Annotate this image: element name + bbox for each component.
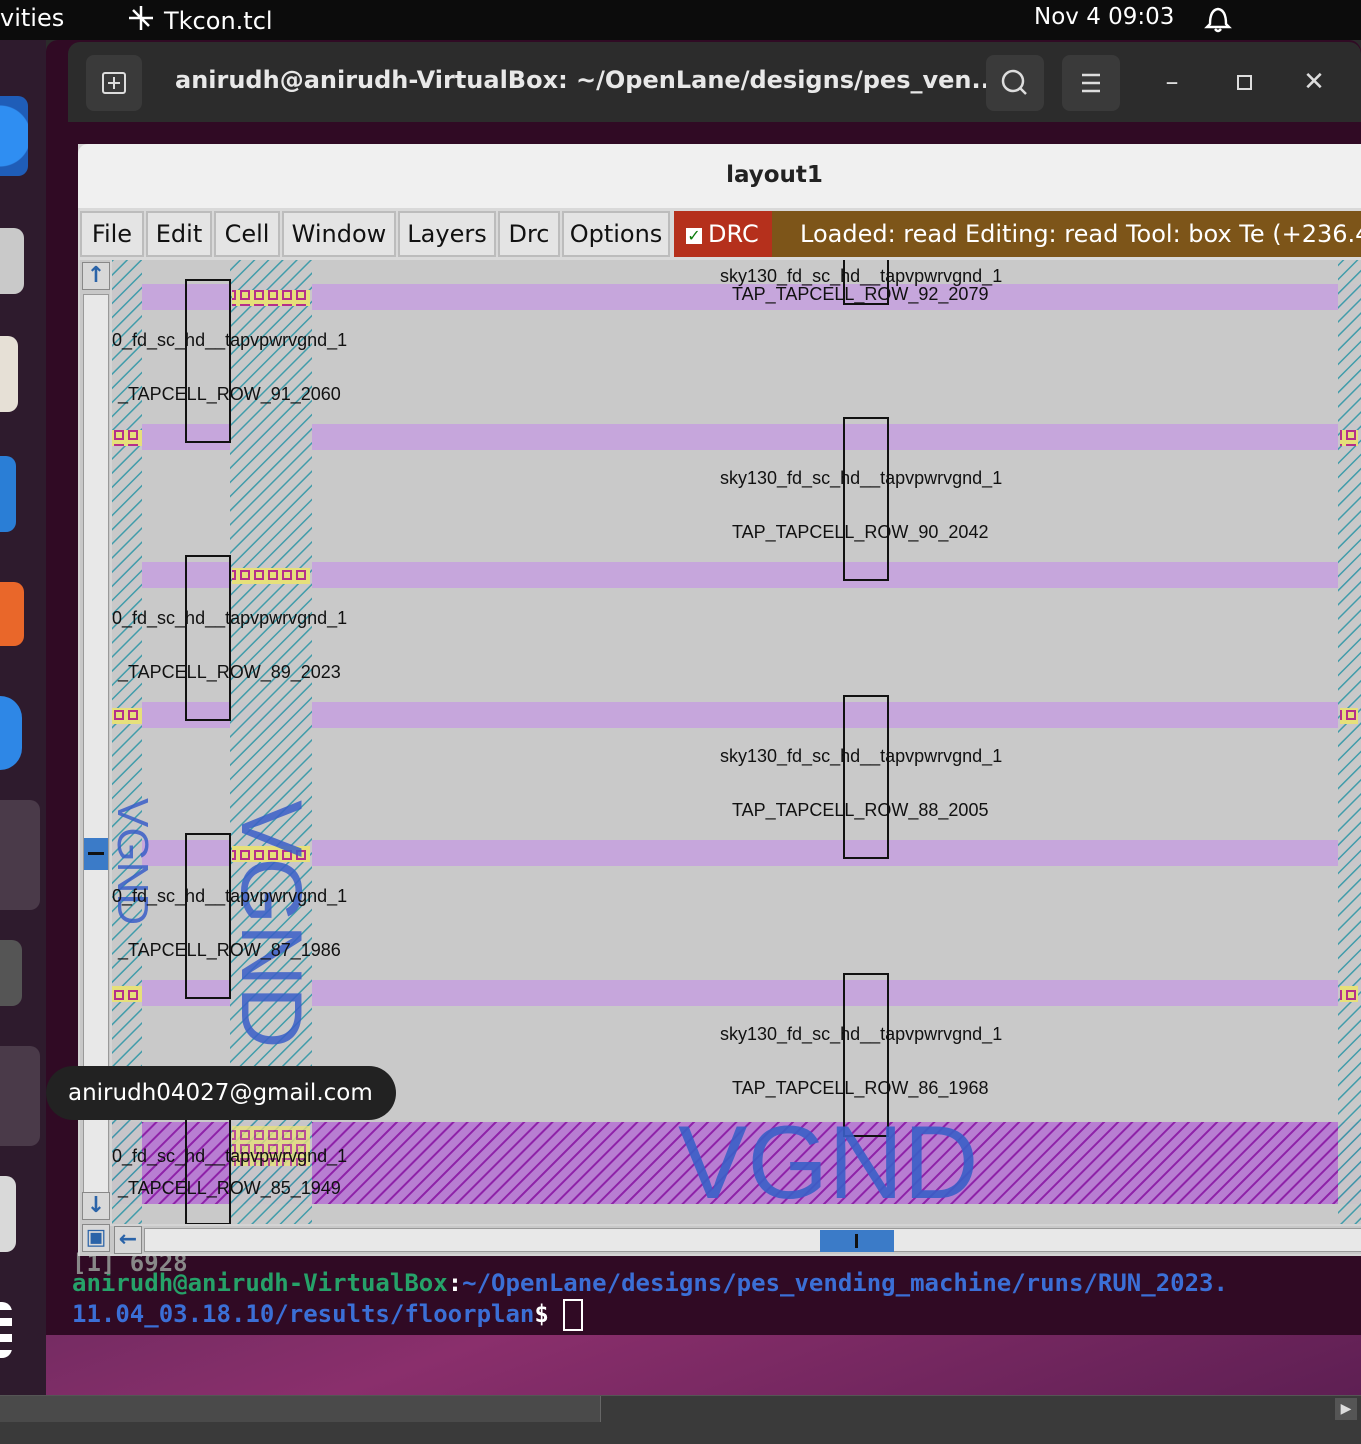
left-cell-instance: _TAPCELL_ROW_85_1949 xyxy=(117,1178,341,1199)
horizontal-scroll-thumb[interactable] xyxy=(820,1230,894,1252)
menu-edit[interactable]: Edit xyxy=(146,211,212,257)
scroll-left-icon[interactable]: ← xyxy=(114,1226,142,1254)
center-cell-instance: TAP_TAPCELL_ROW_86_1968 xyxy=(732,1078,988,1099)
center-cell-name: sky130_fd_sc_hd__tapvpwrvgnd_1 xyxy=(720,1024,1002,1045)
account-tooltip: anirudh04027@gmail.com xyxy=(46,1066,396,1120)
layout-titlebar[interactable]: layout1 xyxy=(78,144,1361,208)
center-cell-instance: TAP_TAPCELL_ROW_90_2042 xyxy=(732,522,988,543)
left-cell-name: 0_fd_sc_hd__tapvpwrvgnd_1 xyxy=(112,330,347,351)
terminal-title: anirudh@anirudh-VirtualBox: ~/OpenLane/d… xyxy=(175,66,999,94)
menu-layers[interactable]: Layers xyxy=(398,211,496,257)
menu-drc[interactable]: Drc xyxy=(498,211,560,257)
close-button[interactable]: ✕ xyxy=(1296,64,1332,100)
host-scrollbar[interactable]: ▶ xyxy=(0,1395,1361,1444)
app-menu[interactable]: Tkcon.tcl xyxy=(126,4,273,38)
vertical-scroll-track[interactable] xyxy=(83,294,109,1196)
disk-icon[interactable] xyxy=(0,1046,40,1146)
scroll-up-icon[interactable]: ↑ xyxy=(82,262,110,290)
show-apps-icon[interactable] xyxy=(0,1302,12,1358)
minimize-button[interactable]: – xyxy=(1154,64,1190,100)
center-cell-name: sky130_fd_sc_hd__tapvpwrvgnd_1 xyxy=(720,746,1002,767)
host-scroll-thumb[interactable] xyxy=(0,1396,601,1422)
menu-window[interactable]: Window xyxy=(282,211,396,257)
writer-icon[interactable] xyxy=(0,456,16,532)
files-icon[interactable] xyxy=(0,228,24,294)
new-tab-button[interactable] xyxy=(86,55,142,111)
settings-icon[interactable] xyxy=(0,800,40,910)
prompt-path-2: 11.04_03.18.10/results/floorplan xyxy=(72,1300,535,1328)
host-scroll-right-icon[interactable]: ▶ xyxy=(1335,1398,1357,1420)
layout-menubar: File Edit Cell Window Layers Drc Options… xyxy=(78,208,1361,260)
menu-options[interactable]: Options xyxy=(562,211,670,257)
left-cell-name: 0_fd_sc_hd__tapvpwrvgnd_1 xyxy=(112,886,347,907)
maximize-button[interactable] xyxy=(1226,64,1262,100)
vgnd-label-large: VGND xyxy=(678,1105,978,1221)
center-cell-instance: TAP_TAPCELL_ROW_88_2005 xyxy=(732,800,988,821)
horizontal-scrollbar[interactable]: ← xyxy=(110,1226,1361,1254)
terminal-header: anirudh@anirudh-VirtualBox: ~/OpenLane/d… xyxy=(68,42,1361,122)
horizontal-scroll-track[interactable] xyxy=(144,1228,1361,1252)
vgnd-label-left: VGND xyxy=(112,798,157,925)
menu-button[interactable] xyxy=(1062,55,1120,111)
rhythmbox-icon[interactable] xyxy=(0,336,18,412)
left-cell-name: 0_fd_sc_hd__tapvpwrvgnd_1 xyxy=(112,1146,347,1167)
status-bar: Loaded: read Editing: read Tool: box Te … xyxy=(772,211,1361,257)
trash-icon[interactable] xyxy=(0,1176,16,1252)
prompt-colon: : xyxy=(447,1269,463,1297)
checkbox-checked-icon: ✓ xyxy=(686,226,702,245)
terminal-output[interactable]: [1] 6928 anirudh@anirudh-VirtualBox:~/Ope… xyxy=(72,1249,1228,1331)
clock[interactable]: Nov 4 09:03 xyxy=(1034,4,1174,30)
app-icon xyxy=(126,4,156,38)
zoom-box-icon[interactable]: ▣ xyxy=(82,1224,110,1252)
help-icon[interactable] xyxy=(0,696,22,770)
left-cell-instance: _TAPCELL_ROW_89_2023 xyxy=(117,662,341,683)
app-name: Tkcon.tcl xyxy=(164,7,273,35)
activities-button[interactable]: vities xyxy=(0,4,64,32)
center-cell-name: sky130_fd_sc_hd__tapvpwrvgnd_1 xyxy=(720,468,1002,489)
terminal-icon[interactable] xyxy=(0,940,22,1006)
firefox-icon[interactable] xyxy=(0,96,28,176)
layout-title: layout1 xyxy=(726,162,823,188)
drc-toggle[interactable]: ✓ DRC xyxy=(674,211,772,257)
software-icon[interactable] xyxy=(0,582,24,646)
drc-label: DRC xyxy=(708,220,759,248)
menu-file[interactable]: File xyxy=(80,211,144,257)
prompt-path-1: ~/OpenLane/designs/pes_vending_machine/r… xyxy=(462,1269,1228,1297)
search-button[interactable] xyxy=(986,55,1044,111)
vertical-scroll-thumb[interactable] xyxy=(84,838,108,870)
left-cell-instance: _TAPCELL_ROW_87_1986 xyxy=(117,940,341,961)
left-cell-name: 0_fd_sc_hd__tapvpwrvgnd_1 xyxy=(112,608,347,629)
center-cell-instance: TAP_TAPCELL_ROW_92_2079 xyxy=(732,284,988,305)
terminal-cursor xyxy=(563,1299,584,1331)
scroll-down-icon[interactable]: ↓ xyxy=(82,1192,110,1220)
top-bar: vities Tkcon.tcl Nov 4 09:03 xyxy=(0,0,1361,40)
prompt-symbol: $ xyxy=(534,1300,549,1328)
left-cell-instance: _TAPCELL_ROW_91_2060 xyxy=(117,384,341,405)
bell-icon[interactable] xyxy=(1204,2,1232,34)
dock xyxy=(0,40,46,1395)
vgnd-label-vertical: VGND xyxy=(223,800,319,1048)
menu-cell[interactable]: Cell xyxy=(214,211,280,257)
